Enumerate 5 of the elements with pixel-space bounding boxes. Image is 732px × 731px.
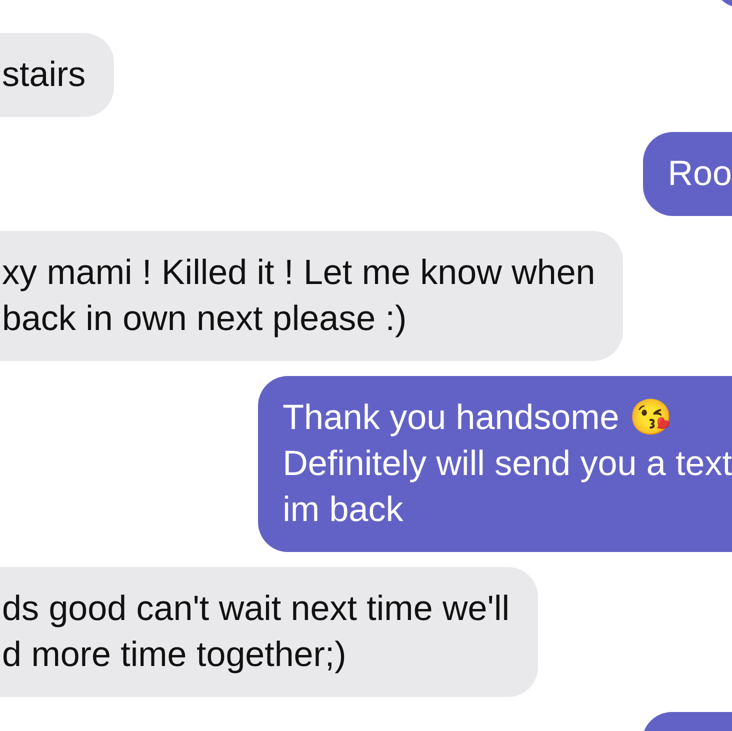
- message-text: Thank you handsome 😘 Definitely will send you a text im back: [282, 398, 732, 529]
- message-text: xy mami ! Killed it ! Let me know when back in own next please :): [2, 253, 596, 338]
- message-text: Roo: [668, 154, 732, 193]
- message-text: stairs: [2, 55, 86, 94]
- message-text: ds good can't wait next time we'll d more time together;): [2, 589, 510, 674]
